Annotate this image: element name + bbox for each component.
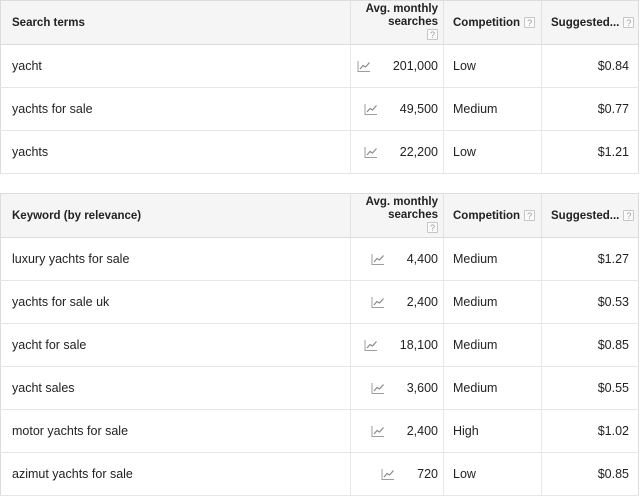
trend-chart-icon[interactable] — [371, 382, 385, 395]
table-row[interactable]: azimut yachts for sale 720 Low $0.85 — [0, 452, 639, 496]
cell-keyword: yachts — [0, 130, 351, 174]
column-header-competition[interactable]: Competition? — [443, 193, 542, 238]
trend-chart-icon[interactable] — [357, 60, 371, 73]
cell-keyword: yacht for sale — [0, 323, 351, 367]
searches-value: 18,100 — [399, 338, 438, 353]
column-header-competition[interactable]: Competition? — [443, 0, 542, 45]
column-header-label: Keyword (by relevance) — [12, 209, 142, 222]
cell-keyword: azimut yachts for sale — [0, 452, 351, 496]
searches-value: 49,500 — [399, 102, 438, 117]
column-header-label: Competition — [453, 16, 521, 29]
column-header-avg-monthly-searches[interactable]: Avg. monthly searches? — [350, 193, 444, 238]
trend-chart-icon[interactable] — [371, 253, 385, 266]
column-header-search-terms[interactable]: Search terms — [0, 0, 351, 45]
table-row[interactable]: yachts 22,200 Low $1.21 — [0, 130, 639, 174]
header-row: Keyword (by relevance) Avg. monthly sear… — [0, 193, 639, 238]
trend-chart-icon[interactable] — [381, 468, 395, 481]
cell-competition: Medium — [443, 366, 542, 410]
keyword-planner-results: Search terms Avg. monthly searches? Comp… — [0, 0, 640, 500]
cell-suggested-bid: $1.02 — [541, 409, 639, 453]
header-row: Search terms Avg. monthly searches? Comp… — [0, 0, 639, 45]
cell-avg-monthly-searches: 3,600 — [350, 366, 444, 410]
search-terms-table: Search terms Avg. monthly searches? Comp… — [0, 0, 639, 174]
column-header-label: Search terms — [12, 16, 85, 29]
cell-keyword: yachts for sale — [0, 87, 351, 131]
avg-monthly-searches-line1: Avg. monthly — [365, 3, 438, 15]
searches-value: 22,200 — [399, 145, 438, 160]
table-row[interactable]: yacht for sale 18,100 Medium $0.85 — [0, 323, 639, 367]
cell-competition: Medium — [443, 87, 542, 131]
cell-avg-monthly-searches: 720 — [350, 452, 444, 496]
cell-competition: Low — [443, 452, 542, 496]
cell-keyword: luxury yachts for sale — [0, 237, 351, 281]
column-header-label: Suggested... — [551, 209, 620, 222]
cell-competition: Low — [443, 130, 542, 174]
help-icon[interactable]: ? — [524, 16, 536, 28]
cell-competition: High — [443, 409, 542, 453]
avg-monthly-searches-line2: searches — [388, 209, 438, 221]
avg-monthly-searches-line2: searches — [388, 16, 438, 28]
column-header-label: Avg. monthly searches — [366, 3, 438, 29]
column-header-label: Avg. monthly searches — [366, 196, 438, 222]
table-row[interactable]: yacht sales 3,600 Medium $0.55 — [0, 366, 639, 410]
cell-keyword: yachts for sale uk — [0, 280, 351, 324]
table-header: Keyword (by relevance) Avg. monthly sear… — [0, 193, 639, 238]
table-row[interactable]: luxury yachts for sale 4,400 Medium $1.2… — [0, 237, 639, 281]
trend-chart-icon[interactable] — [364, 339, 378, 352]
help-icon[interactable]: ? — [623, 209, 635, 221]
table-row[interactable]: motor yachts for sale 2,400 High $1.02 — [0, 409, 639, 453]
cell-suggested-bid: $0.77 — [541, 87, 639, 131]
table-row[interactable]: yachts for sale uk 2,400 Medium $0.53 — [0, 280, 639, 324]
trend-chart-icon[interactable] — [364, 146, 378, 159]
cell-avg-monthly-searches: 201,000 — [350, 44, 444, 88]
trend-chart-icon[interactable] — [371, 425, 385, 438]
table-body: yacht 201,000 Low $0.84 yachts for sale — [0, 44, 639, 174]
cell-avg-monthly-searches: 2,400 — [350, 409, 444, 453]
cell-suggested-bid: $1.27 — [541, 237, 639, 281]
cell-keyword: motor yachts for sale — [0, 409, 351, 453]
table-separator — [0, 174, 640, 193]
column-header-suggested-bid[interactable]: Suggested...? — [541, 0, 639, 45]
column-header-avg-monthly-searches[interactable]: Avg. monthly searches? — [350, 0, 444, 45]
cell-keyword: yacht sales — [0, 366, 351, 410]
cell-competition: Medium — [443, 237, 542, 281]
keyword-relevance-table: Keyword (by relevance) Avg. monthly sear… — [0, 193, 639, 496]
cell-competition: Medium — [443, 280, 542, 324]
searches-value: 2,400 — [406, 295, 438, 310]
column-header-keyword-by-relevance[interactable]: Keyword (by relevance) — [0, 193, 351, 238]
avg-monthly-searches-line1: Avg. monthly — [365, 196, 438, 208]
column-header-suggested-bid[interactable]: Suggested...? — [541, 193, 639, 238]
trend-chart-icon[interactable] — [364, 103, 378, 116]
searches-value: 201,000 — [392, 59, 438, 74]
cell-suggested-bid: $0.85 — [541, 452, 639, 496]
trend-chart-icon[interactable] — [371, 296, 385, 309]
cell-competition: Low — [443, 44, 542, 88]
help-icon[interactable]: ? — [623, 16, 635, 28]
cell-avg-monthly-searches: 2,400 — [350, 280, 444, 324]
column-header-label: Suggested... — [551, 16, 620, 29]
searches-value: 720 — [417, 467, 438, 482]
searches-value: 3,600 — [406, 381, 438, 396]
table-row[interactable]: yacht 201,000 Low $0.84 — [0, 44, 639, 88]
cell-suggested-bid: $1.21 — [541, 130, 639, 174]
table-body: luxury yachts for sale 4,400 Medium $1.2… — [0, 237, 639, 496]
cell-suggested-bid: $0.85 — [541, 323, 639, 367]
searches-value: 2,400 — [406, 424, 438, 439]
cell-avg-monthly-searches: 18,100 — [350, 323, 444, 367]
cell-keyword: yacht — [0, 44, 351, 88]
column-header-label: Competition — [453, 209, 521, 222]
cell-competition: Medium — [443, 323, 542, 367]
cell-avg-monthly-searches: 4,400 — [350, 237, 444, 281]
cell-avg-monthly-searches: 22,200 — [350, 130, 444, 174]
help-icon[interactable]: ? — [427, 29, 438, 41]
cell-suggested-bid: $0.84 — [541, 44, 639, 88]
cell-avg-monthly-searches: 49,500 — [350, 87, 444, 131]
searches-value: 4,400 — [406, 252, 438, 267]
cell-suggested-bid: $0.55 — [541, 366, 639, 410]
help-icon[interactable]: ? — [524, 209, 536, 221]
table-row[interactable]: yachts for sale 49,500 Medium $0.77 — [0, 87, 639, 131]
table-header: Search terms Avg. monthly searches? Comp… — [0, 0, 639, 45]
cell-suggested-bid: $0.53 — [541, 280, 639, 324]
help-icon[interactable]: ? — [427, 222, 438, 234]
